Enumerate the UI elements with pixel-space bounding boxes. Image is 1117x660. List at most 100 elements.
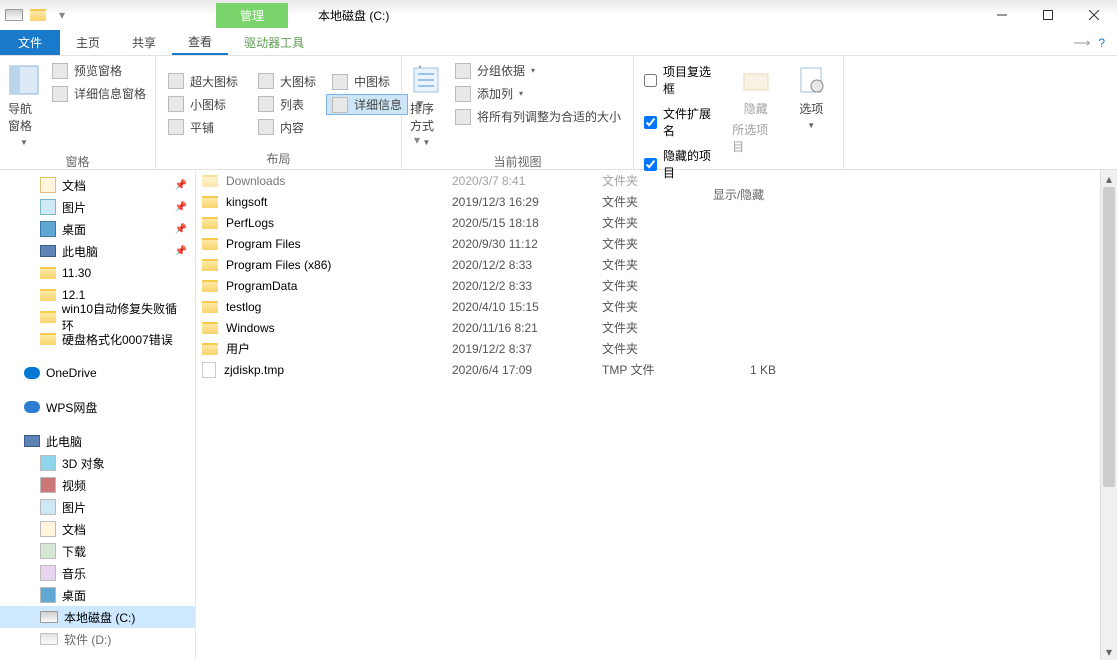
folder-icon [202, 217, 218, 229]
file-name: ProgramData [226, 279, 297, 293]
tree-item-folder4[interactable]: 硬盘格式化0007错误 [0, 328, 195, 350]
wps-icon [24, 401, 40, 413]
tree-item-pictures2[interactable]: 图片 [0, 496, 195, 518]
tree-item-thispc[interactable]: 此电脑 [0, 430, 195, 452]
file-row[interactable]: zjdiskp.tmp2020/6/4 17:09TMP 文件1 KB [196, 359, 1100, 380]
tree-item-wps[interactable]: WPS网盘 [0, 396, 195, 418]
ribbon-tabs: 文件 主页 共享 查看 驱动器工具 ⟶ ? [0, 30, 1117, 56]
tree-item-folder3[interactable]: win10自动修复失败循环 [0, 306, 195, 328]
layout-md-button[interactable]: 中图标 [326, 71, 408, 92]
file-row[interactable]: Program Files (x86)2020/12/2 8:33文件夹 [196, 254, 1100, 275]
tree-item-desktop2[interactable]: 桌面 [0, 584, 195, 606]
scroll-thumb[interactable] [1103, 187, 1115, 487]
folder-icon [202, 301, 218, 313]
layout-details-button[interactable]: 详细信息 [326, 94, 408, 115]
file-name: testlog [226, 300, 261, 314]
preview-pane-button[interactable]: 预览窗格 [46, 60, 152, 81]
pictures-icon [40, 199, 56, 215]
scroll-up-button[interactable]: ▴ [1101, 170, 1117, 187]
file-row[interactable]: Downloads2020/3/7 8:41文件夹 [196, 170, 1100, 191]
video-icon [40, 477, 56, 493]
file-list[interactable]: Downloads2020/3/7 8:41文件夹kingsoft2019/12… [196, 170, 1100, 660]
folder-icon [202, 280, 218, 292]
file-row[interactable]: kingsoft2019/12/3 16:29文件夹 [196, 191, 1100, 212]
minimize-button[interactable] [979, 1, 1025, 29]
tree-item-ddrive[interactable]: 软件 (D:) [0, 628, 195, 650]
scroll-down-button[interactable]: ▾ [1101, 643, 1117, 660]
window-title: 本地磁盘 (C:) [318, 7, 389, 24]
group-label-currentview: 当前视图 [408, 151, 627, 172]
nav-pane-button[interactable]: 导航窗格 ▼ [6, 60, 42, 151]
file-ext-toggle[interactable]: 文件扩展名 [640, 102, 726, 142]
tree-item-cdrive[interactable]: 本地磁盘 (C:) [0, 606, 195, 628]
tree-item-music[interactable]: 音乐 [0, 562, 195, 584]
tab-home[interactable]: 主页 [60, 30, 116, 55]
tree-item-pictures[interactable]: 图片📌 [0, 196, 195, 218]
layout-lg-button[interactable]: 大图标 [252, 71, 322, 92]
tree-item-onedrive[interactable]: OneDrive [0, 362, 195, 384]
group-by-icon [455, 63, 471, 79]
tree-item-videos[interactable]: 视频 [0, 474, 195, 496]
scroll-track[interactable] [1101, 187, 1117, 643]
file-row[interactable]: PerfLogs2020/5/15 18:18文件夹 [196, 212, 1100, 233]
help-icon[interactable]: ? [1098, 36, 1105, 50]
options-button[interactable]: 选项 ▼ [786, 60, 837, 134]
navigation-tree[interactable]: 文档📌 图片📌 桌面📌 此电脑📌 11.30 12.1 win10自动修复失败循… [0, 170, 196, 660]
folder-icon [202, 196, 218, 208]
vertical-scrollbar[interactable]: ▴ ▾ [1100, 170, 1117, 660]
maximize-button[interactable] [1025, 1, 1071, 29]
tab-drive-tools[interactable]: 驱动器工具 [228, 30, 320, 55]
desktop-icon [40, 221, 56, 237]
item-checkbox-toggle[interactable]: 项目复选框 [640, 60, 726, 100]
sort-button[interactable]: 排序方式 ▼ [408, 60, 445, 151]
tab-file[interactable]: 文件 [0, 30, 60, 55]
file-date: 2020/11/16 8:21 [452, 321, 602, 335]
file-type: 文件夹 [602, 319, 702, 336]
group-by-button[interactable]: 分组依据 ▾ [449, 60, 627, 81]
desktop-icon [40, 587, 56, 603]
file-name: 用户 [226, 340, 250, 357]
sort-icon [410, 64, 442, 96]
file-row[interactable]: testlog2020/4/10 15:15文件夹 [196, 296, 1100, 317]
drive-icon [40, 633, 58, 645]
close-button[interactable] [1071, 1, 1117, 29]
folder-icon [40, 289, 56, 301]
hide-selected-button[interactable]: 隐藏 所选项目 [730, 60, 781, 159]
tree-item-folder1[interactable]: 11.30 [0, 262, 195, 284]
qat-properties-icon[interactable] [28, 5, 48, 25]
tree-item-downloads[interactable]: 下载 [0, 540, 195, 562]
layout-xl-button[interactable]: 超大图标 [162, 71, 244, 92]
context-tab-manage[interactable]: 管理 [216, 3, 288, 28]
details-pane-button[interactable]: 详细信息窗格 [46, 83, 152, 104]
fit-columns-button[interactable]: 将所有列调整为合适的大小 [449, 106, 627, 127]
layout-content-button[interactable]: 内容 [252, 117, 322, 138]
chevron-down-icon: ▼ [807, 121, 815, 130]
file-date: 2020/12/2 8:33 [452, 279, 602, 293]
pc-icon [40, 245, 56, 257]
file-row[interactable]: ProgramData2020/12/2 8:33文件夹 [196, 275, 1100, 296]
tab-view[interactable]: 查看 [172, 30, 228, 55]
list-icon [258, 96, 274, 112]
tree-item-documents2[interactable]: 文档 [0, 518, 195, 540]
file-row[interactable]: 用户2019/12/2 8:37文件夹 [196, 338, 1100, 359]
file-row[interactable]: Program Files2020/9/30 11:12文件夹 [196, 233, 1100, 254]
add-columns-button[interactable]: 添加列 ▾ [449, 83, 627, 104]
layout-tile-button[interactable]: 平铺 [162, 117, 244, 138]
fit-columns-icon [455, 109, 471, 125]
file-type: TMP 文件 [602, 361, 702, 378]
collapse-ribbon-icon[interactable]: ⟶ [1073, 36, 1090, 50]
layout-list-button[interactable]: 列表 [252, 94, 322, 115]
tree-item-documents[interactable]: 文档📌 [0, 174, 195, 196]
tree-item-desktop[interactable]: 桌面📌 [0, 218, 195, 240]
folder-icon [40, 311, 56, 323]
details-icon [332, 97, 348, 113]
tree-item-3dobjects[interactable]: 3D 对象 [0, 452, 195, 474]
preview-pane-icon [52, 63, 68, 79]
qat-dropdown-icon[interactable]: ▾ [52, 5, 72, 25]
chevron-down-icon: ▼ [20, 138, 28, 147]
group-label-layout: 布局 [162, 148, 395, 169]
tab-share[interactable]: 共享 [116, 30, 172, 55]
layout-sm-button[interactable]: 小图标 [162, 94, 244, 115]
tree-item-thispc-quick[interactable]: 此电脑📌 [0, 240, 195, 262]
file-row[interactable]: Windows2020/11/16 8:21文件夹 [196, 317, 1100, 338]
